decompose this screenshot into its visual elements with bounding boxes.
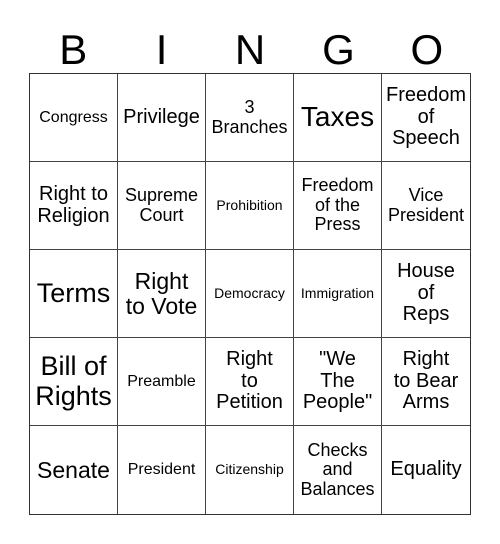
bingo-cell[interactable]: Senate	[30, 426, 118, 514]
header-letter-g: G	[322, 26, 355, 73]
bingo-cell[interactable]: Right to Petition	[206, 338, 294, 426]
header-letter-b: B	[59, 26, 88, 73]
cell-text: Citizenship	[215, 461, 284, 478]
bingo-grid: Congress Privilege 3 Branches Taxes Free…	[29, 73, 471, 515]
bingo-header: B I N G O	[29, 26, 471, 74]
cell-text: Right to Petition	[216, 348, 283, 414]
bingo-cell[interactable]: Congress	[30, 74, 118, 162]
bingo-cell[interactable]: Taxes	[294, 74, 382, 162]
cell-text: Immigration	[300, 284, 375, 301]
bingo-cell[interactable]: Citizenship	[206, 426, 294, 514]
header-letter-o: O	[410, 26, 444, 73]
bingo-cell[interactable]: Privilege	[118, 74, 206, 162]
header-letter-i: I	[155, 26, 168, 73]
bingo-cell[interactable]: Right to Religion	[30, 162, 118, 250]
bingo-cell[interactable]: 3 Branches	[206, 74, 294, 162]
bingo-cell[interactable]: Prohibition	[206, 162, 294, 250]
bingo-cell[interactable]: Immigration	[294, 250, 382, 338]
bingo-cell[interactable]: Vice President	[382, 162, 470, 250]
bingo-cell[interactable]: Supreme Court	[118, 162, 206, 250]
cell-text: Checks and Balances	[300, 439, 375, 499]
header-letter-n: N	[234, 26, 266, 73]
bingo-cell[interactable]: Equality	[382, 426, 470, 514]
cell-text: Democracy	[214, 284, 285, 301]
cell-text: Freedom of the Press	[301, 175, 374, 235]
bingo-cell[interactable]: Checks and Balances	[294, 426, 382, 514]
bingo-cell[interactable]: Freedom of the Press	[294, 162, 382, 250]
cell-text: Freedom of Speech	[385, 84, 467, 150]
bingo-cell[interactable]: Freedom of Speech	[382, 74, 470, 162]
cell-text: House of Reps	[397, 260, 455, 326]
bingo-cell[interactable]: Bill of Rights	[30, 338, 118, 426]
bingo-cell[interactable]: Democracy	[206, 250, 294, 338]
cell-text: Equality	[390, 458, 462, 481]
bingo-cell[interactable]: House of Reps	[382, 250, 470, 338]
cell-text: 3 Branches	[211, 97, 288, 137]
cell-text: Senate	[37, 456, 110, 483]
cell-text: Congress	[39, 108, 108, 126]
bingo-cell[interactable]: "We The People"	[294, 338, 382, 426]
bingo-cell[interactable]: President	[118, 426, 206, 514]
cell-text: Right to Vote	[125, 267, 198, 319]
cell-text: Privilege	[123, 105, 200, 128]
cell-text: Right to Bear Arms	[393, 348, 459, 414]
bingo-cell[interactable]: Preamble	[118, 338, 206, 426]
cell-text: Prohibition	[216, 196, 283, 213]
cell-text: Bill of Rights	[35, 351, 112, 411]
bingo-cell[interactable]: Right to Vote	[118, 250, 206, 338]
bingo-cell[interactable]: Right to Bear Arms	[382, 338, 470, 426]
bingo-cell[interactable]: Terms	[30, 250, 118, 338]
cell-text: "We The People"	[302, 348, 373, 414]
cell-text: President	[127, 461, 196, 479]
cell-text: Preamble	[127, 372, 196, 390]
cell-text: Right to Religion	[37, 182, 110, 227]
cell-text: Taxes	[300, 101, 375, 133]
cell-text: Supreme Court	[124, 185, 199, 225]
cell-text: Terms	[36, 277, 111, 308]
cell-text: Vice President	[387, 185, 465, 225]
